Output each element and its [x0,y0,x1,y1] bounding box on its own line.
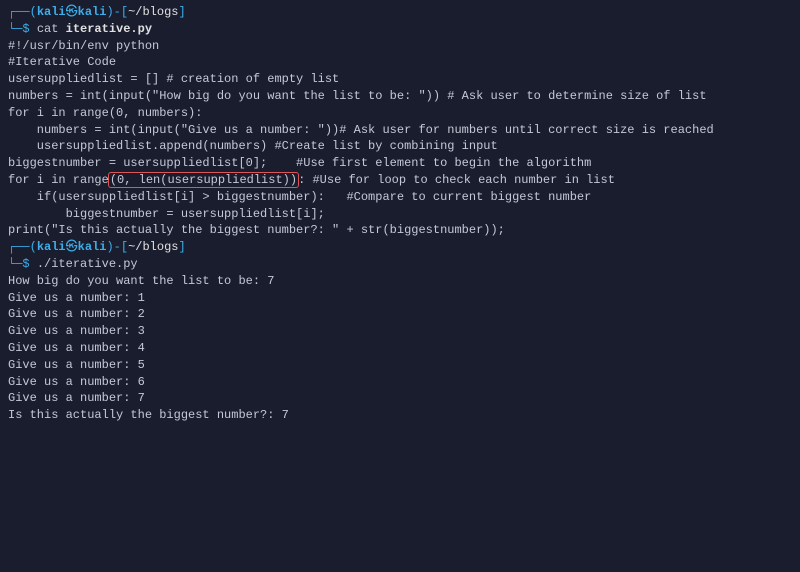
code-line: usersuppliedlist = [] # creation of empt… [8,71,792,88]
output-line: Give us a number: 7 [8,390,792,407]
code-line: for i in range(0, numbers): [8,105,792,122]
output-line: Give us a number: 6 [8,374,792,391]
output-line: Give us a number: 4 [8,340,792,357]
output-line: How big do you want the list to be: 7 [8,273,792,290]
code-line: numbers = int(input("How big do you want… [8,88,792,105]
command: ./iterative.py [37,257,138,271]
command-line-1[interactable]: └─$ cat iterative.py [8,21,792,38]
command-arg: iterative.py [66,22,152,36]
highlight-box: (0, len(usersuppliedlist)) [108,172,299,188]
user: kali [37,240,66,254]
cwd: ~/blogs [128,240,178,254]
host: kali [78,240,107,254]
command: cat [37,22,59,36]
host: kali [78,5,107,19]
cwd: ~/blogs [128,5,178,19]
code-line: usersuppliedlist.append(numbers) #Create… [8,138,792,155]
code-text: : #Use for loop to check each number in … [298,173,615,187]
code-line: #!/usr/bin/env python [8,38,792,55]
output-line: Give us a number: 5 [8,357,792,374]
code-line: if(usersuppliedlist[i] > biggestnumber):… [8,189,792,206]
code-line: biggestnumber = usersuppliedlist[i]; [8,206,792,223]
code-line: #Iterative Code [8,54,792,71]
output-line: Give us a number: 3 [8,323,792,340]
output-line: Is this actually the biggest number?: 7 [8,407,792,424]
code-line: biggestnumber = usersuppliedlist[0]; #Us… [8,155,792,172]
user: kali [37,5,66,19]
code-line: print("Is this actually the biggest numb… [8,222,792,239]
prompt-line-2: ┌──(kali㉿kali)-[~/blogs] [8,239,792,256]
prompt-line-1: ┌──(kali㉿kali)-[~/blogs] [8,4,792,21]
command-line-2[interactable]: └─$ ./iterative.py [8,256,792,273]
output-line: Give us a number: 2 [8,306,792,323]
code-line-highlighted: for i in range(0, len(usersuppliedlist))… [8,172,792,189]
code-text: for i in range [8,173,109,187]
output-line: Give us a number: 1 [8,290,792,307]
code-line: numbers = int(input("Give us a number: "… [8,122,792,139]
